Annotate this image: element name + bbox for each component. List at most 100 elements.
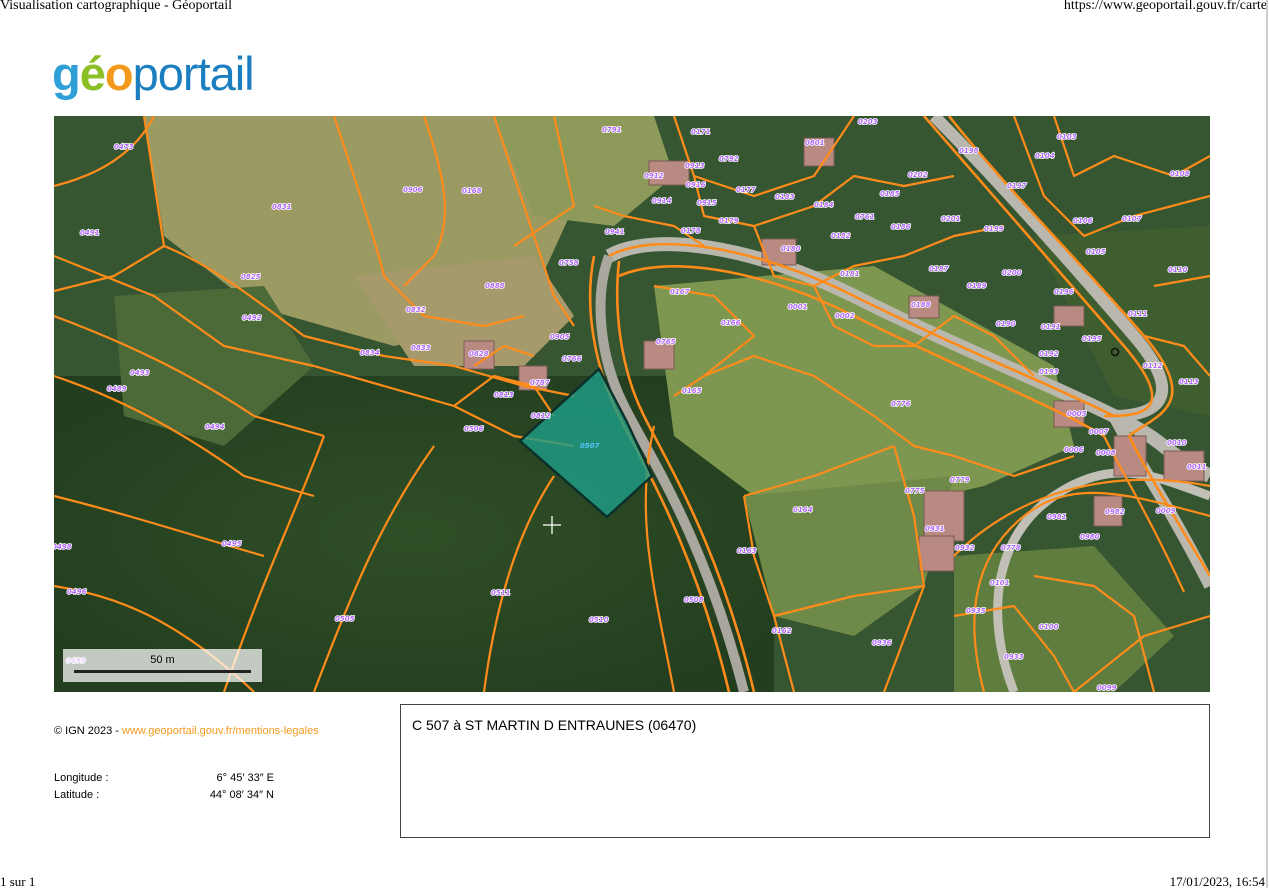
parcel-label: 0931 xyxy=(925,525,945,533)
parcel-label: 0761 xyxy=(855,213,875,221)
latitude-label: Latitude : xyxy=(54,789,100,801)
page-url: https://www.geoportail.gouv.fr/carte xyxy=(1063,0,1267,13)
parcel-label: 0916 xyxy=(686,181,706,189)
parcel-label: 0200 xyxy=(1002,269,1022,277)
parcel-label: 0778 xyxy=(1001,544,1021,552)
logo-letter-g: g xyxy=(52,47,81,100)
parcel-label: 0912 xyxy=(644,172,664,180)
parcel-info-box: C 507 à ST MARTIN D ENTRAUNES (06470) xyxy=(400,704,1210,838)
copyright-credit: © IGN 2023 - www.geoportail.gouv.fr/ment… xyxy=(54,725,319,737)
parcel-label: 0496 xyxy=(67,588,87,596)
highlighted-parcel-label: 0507 xyxy=(580,442,600,450)
parcel-label: 0199 xyxy=(984,225,1004,233)
longitude-value: 6° 45′ 33″ E xyxy=(216,772,274,784)
latitude-value: 44° 08′ 34″ N xyxy=(209,789,274,801)
parcel-label: 0100 xyxy=(1039,623,1059,631)
parcel-label: 0914 xyxy=(652,197,672,205)
longitude-label: Longitude : xyxy=(54,772,109,784)
parcel-label: 0005 xyxy=(1067,410,1087,418)
parcel-label: 0494 xyxy=(205,423,225,431)
parcel-label: 0493 xyxy=(130,369,150,377)
parcel-label: 0177 xyxy=(736,186,756,194)
scrollbar-edge xyxy=(1266,0,1268,888)
parcel-label: 0104 xyxy=(1035,152,1055,160)
parcel-label: 0189 xyxy=(967,282,987,290)
parcel-label: 0888 xyxy=(485,282,505,290)
parcel-label: 0813 xyxy=(494,391,514,399)
parcel-label: 0190 xyxy=(996,320,1016,328)
parcel-label: 0831 xyxy=(272,203,292,211)
parcel-label: 0906 xyxy=(403,186,423,194)
parcel-label: 0008 xyxy=(1096,449,1116,457)
parcel-label: 0182 xyxy=(831,232,851,240)
parcel-label: 0179 xyxy=(719,217,739,225)
parcel-label: 0011 xyxy=(1187,463,1207,471)
parcel-label: 0758 xyxy=(559,259,579,267)
parcel-label: 0511 xyxy=(491,589,511,597)
parcel-label: 0905 xyxy=(550,333,570,341)
parcel-label: 0982 xyxy=(1105,508,1125,516)
parcel-label: 0491 xyxy=(80,229,100,237)
parcel-label: 0184 xyxy=(814,201,834,209)
copyright-text: © IGN 2023 - xyxy=(54,725,123,737)
legal-link[interactable]: www.geoportail.gouv.fr/mentions-legales xyxy=(122,725,319,737)
parcel-label: 0103 xyxy=(1057,133,1077,141)
parcel-label: 0791 xyxy=(602,126,622,134)
parcel-label: 0915 xyxy=(697,199,717,207)
parcel-label: 0168 xyxy=(462,187,482,195)
parcel-label: 0105 xyxy=(1086,248,1106,256)
parcel-label: 0002 xyxy=(835,312,855,320)
map-view[interactable]: 0473 0491 0831 0825 0906 0168 0492 0489 … xyxy=(54,116,1210,692)
cadastral-map[interactable]: 0473 0491 0831 0825 0906 0168 0492 0489 … xyxy=(54,116,1210,692)
scale-label: 50 m xyxy=(150,654,175,666)
parcel-label: 0196 xyxy=(1054,288,1074,296)
geoportail-logo: géoportail xyxy=(52,44,255,104)
parcel-label: 0186 xyxy=(891,223,911,231)
parcel-label: 0192 xyxy=(1039,350,1059,358)
parcel-label: 0010 xyxy=(1167,439,1187,447)
parcel-label: 0492 xyxy=(242,314,262,322)
parcel-label: 0166 xyxy=(721,319,741,327)
parcel-label: 0111 xyxy=(1128,310,1148,318)
parcel-label: 0165 xyxy=(682,387,702,395)
parcel-label: 0828 xyxy=(469,350,489,358)
parcel-label: 0198 xyxy=(959,147,979,155)
parcel-label: 0181 xyxy=(840,270,860,278)
parcel-label: 0195 xyxy=(1082,335,1102,343)
parcel-label: 0113 xyxy=(1179,378,1199,386)
parcel-label: 0187 xyxy=(929,265,949,273)
parcel-label: 0101 xyxy=(990,579,1010,587)
parcel-label: 0776 xyxy=(891,400,911,408)
parcel-label: 0193 xyxy=(1039,368,1059,376)
parcel-label: 0510 xyxy=(589,616,609,624)
parcel-label: 0191 xyxy=(1041,323,1061,331)
parcel-label: 0936 xyxy=(872,639,892,647)
parcel-label: 0981 xyxy=(1047,513,1067,521)
parcel-label: 0787 xyxy=(530,379,550,387)
logo-letter-o: o xyxy=(104,47,134,100)
longitude-row: Longitude : 6° 45′ 33″ E xyxy=(54,772,274,789)
parcel-label: 0107 xyxy=(1122,215,1142,223)
parcel-label: 0007 xyxy=(1089,428,1109,436)
parcel-label: 0163 xyxy=(737,547,757,555)
parcel-label: 0498 xyxy=(54,543,72,551)
parcel-label: 0489 xyxy=(107,385,127,393)
parcel-label: 0112 xyxy=(1143,362,1163,370)
parcel-label: 0792 xyxy=(719,155,739,163)
parcel-label: 0162 xyxy=(772,627,792,635)
parcel-label: 0188 xyxy=(911,301,931,309)
logo-word-portail: portail xyxy=(132,47,255,100)
coordinates: Longitude : 6° 45′ 33″ E Latitude : 44° … xyxy=(54,772,274,806)
logo-letter-e: é xyxy=(79,47,106,100)
parcel-label: 0178 xyxy=(681,227,701,235)
parcel-label: 0832 xyxy=(406,306,426,314)
parcel-label: 0812 xyxy=(531,412,551,420)
parcel-label: 0009 xyxy=(1156,507,1176,515)
parcel-label: 0106 xyxy=(1073,217,1093,225)
parcel-info-text: C 507 à ST MARTIN D ENTRAUNES (06470) xyxy=(412,717,697,733)
parcel-label: 0825 xyxy=(241,273,261,281)
parcel-label: 0766 xyxy=(562,355,582,363)
parcel-label: 0508 xyxy=(684,596,704,604)
parcel-label: 0935 xyxy=(966,607,986,615)
parcel-label: 0171 xyxy=(691,128,711,136)
